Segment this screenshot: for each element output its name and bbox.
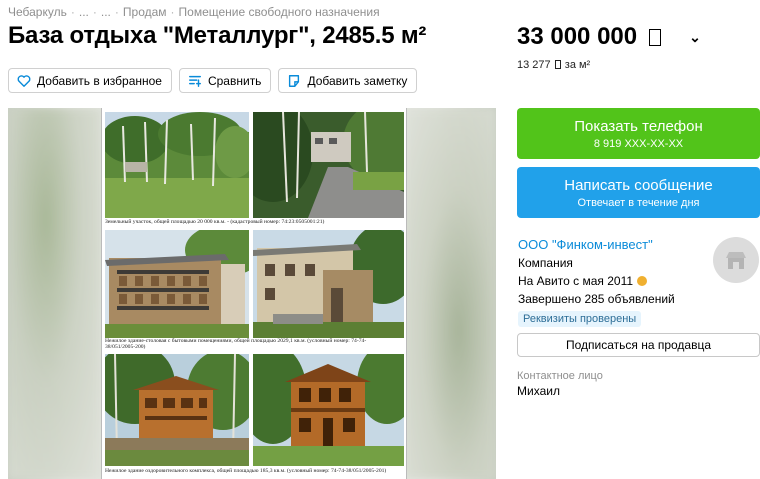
seller-avatar[interactable] (713, 237, 759, 283)
seller-completed: Завершено 285 объявлений (518, 292, 675, 306)
subscribe-seller-button[interactable]: Подписаться на продавца (517, 333, 760, 357)
contact-person-name: Михаил (517, 384, 560, 398)
breadcrumb-separator: · (114, 5, 119, 19)
medal-icon (637, 276, 648, 286)
price-value: 33 000 000 (517, 23, 638, 50)
wooden-house-photo (253, 354, 404, 466)
compare-icon (189, 75, 201, 87)
dining-building-photo (105, 230, 249, 338)
gallery-caption: 38/051/2005-200) (105, 344, 146, 350)
page-title: База отдыха "Металлург", 2485.5 м² (8, 22, 427, 49)
dining-building-photo-side (253, 230, 404, 338)
note-icon (289, 74, 300, 87)
land-plot-photo-road (253, 112, 404, 218)
seller-type: Компания (518, 256, 573, 270)
verified-badge[interactable]: Реквизиты проверены (518, 311, 642, 327)
ruble-icon (554, 60, 561, 69)
seller-info: ООО "Финком-инвест" Компания На Авито с … (518, 236, 675, 327)
gallery-main-photo: Земельный участок, общей площадью 20 000… (101, 108, 407, 479)
phone-number-masked: 8 919 XXX-XX-XX (593, 138, 684, 150)
price: 33 000 000 ⌄ (517, 23, 701, 51)
breadcrumb-item[interactable]: Помещение свободного назначения (179, 5, 380, 19)
add-to-favorites-button[interactable]: Добавить в избранное (8, 68, 172, 93)
price-per-sqm-unit: за м² (564, 59, 591, 71)
add-note-label: Добавить заметку (307, 73, 408, 88)
shop-icon (726, 252, 746, 269)
chevron-down-icon[interactable]: ⌄ (689, 29, 701, 46)
seller-since: На Авито с мая 2011 (518, 274, 634, 288)
breadcrumb: Чебаркуль · ... · ... · Продам · Помещение с… (8, 5, 380, 19)
price-per-sqm-value: 13 277 (517, 59, 551, 71)
add-to-favorites-label: Добавить в избранное (37, 73, 162, 88)
photo-gallery[interactable]: Земельный участок, общей площадью 20 000… (8, 108, 496, 479)
breadcrumb-item[interactable]: Продам (123, 5, 167, 19)
heart-icon (17, 74, 31, 87)
breadcrumb-item[interactable]: ... (101, 5, 111, 19)
breadcrumb-separator: · (170, 5, 175, 19)
gallery-caption: Земельный участок, общей площадью 20 000… (105, 219, 325, 225)
compare-label: Сравнить (207, 73, 262, 88)
breadcrumb-separator: · (70, 5, 75, 19)
gallery-blur-right (402, 108, 496, 479)
gallery-blur-left (8, 108, 102, 479)
breadcrumb-separator: · (92, 5, 97, 19)
compare-button[interactable]: Сравнить (178, 68, 272, 93)
wellness-building-photo (105, 354, 249, 466)
response-time: Отвечает в течение дня (577, 197, 700, 209)
land-plot-photo-forest (105, 112, 249, 218)
send-message-label: Написать сообщение (564, 177, 713, 194)
breadcrumb-item[interactable]: Чебаркуль (8, 5, 67, 19)
show-phone-label: Показать телефон (574, 118, 703, 135)
show-phone-button[interactable]: Показать телефон 8 919 XXX-XX-XX (517, 108, 760, 159)
add-note-button[interactable]: Добавить заметку (278, 68, 418, 93)
ruble-icon (649, 28, 662, 46)
price-per-sqm: 13 277 за м² (517, 59, 590, 71)
seller-since-row: На Авито с мая 2011 (518, 272, 675, 290)
breadcrumb-item[interactable]: ... (79, 5, 89, 19)
listing-actions: Добавить в избранное Сравнить Добавить з… (8, 68, 418, 93)
seller-name-link[interactable]: ООО "Финком-инвест" (518, 236, 675, 254)
gallery-caption: Нежилое здание оздоровительного комплекс… (105, 468, 387, 474)
contact-person-label: Контактное лицо (517, 370, 603, 382)
send-message-button[interactable]: Написать сообщение Отвечает в течение дн… (517, 167, 760, 218)
